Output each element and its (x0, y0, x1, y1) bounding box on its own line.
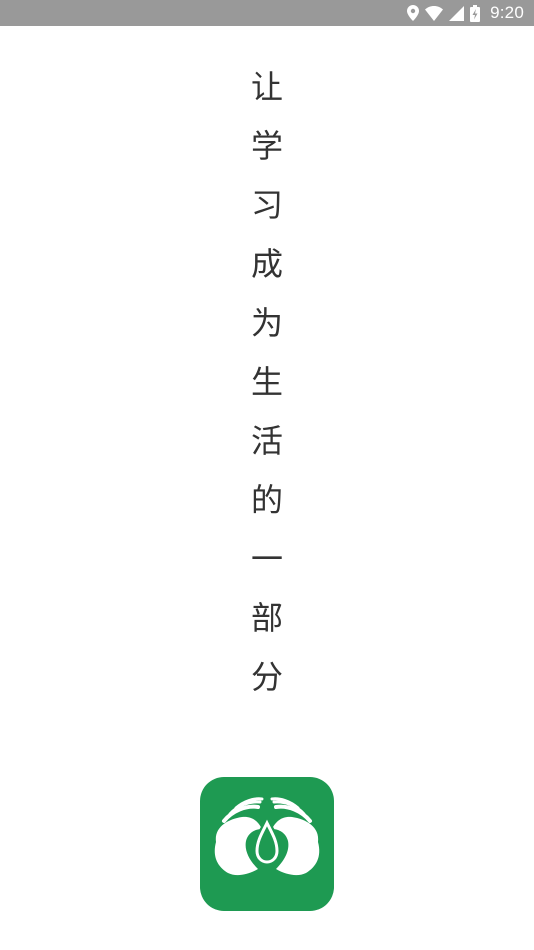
slogan-char: 生 (250, 363, 283, 401)
battery-charging-icon (470, 4, 481, 22)
slogan-char: 分 (250, 658, 283, 696)
slogan-char: 习 (250, 186, 283, 224)
slogan-char: 活 (250, 422, 283, 460)
location-icon (407, 5, 420, 21)
cell-signal-icon (449, 5, 465, 21)
slogan-char: 的 (250, 481, 283, 519)
app-logo-icon (200, 777, 334, 911)
slogan-char: 让 (250, 68, 283, 106)
wifi-icon (425, 5, 444, 21)
status-bar: 9:20 (0, 0, 534, 26)
slogan-vertical-text: 让 学 习 成 为 生 活 的 一 部 分 (0, 58, 534, 707)
slogan-char: 部 (250, 599, 283, 637)
slogan-char: 为 (250, 304, 283, 342)
status-time: 9:20 (490, 3, 524, 22)
slogan-char: 一 (250, 540, 283, 578)
slogan-char: 成 (250, 245, 283, 283)
slogan-char: 学 (250, 127, 283, 165)
splash-screen: 9:20 让 学 习 成 为 生 活 的 一 部 分 (0, 0, 534, 950)
status-icons: 9:20 (407, 0, 524, 26)
